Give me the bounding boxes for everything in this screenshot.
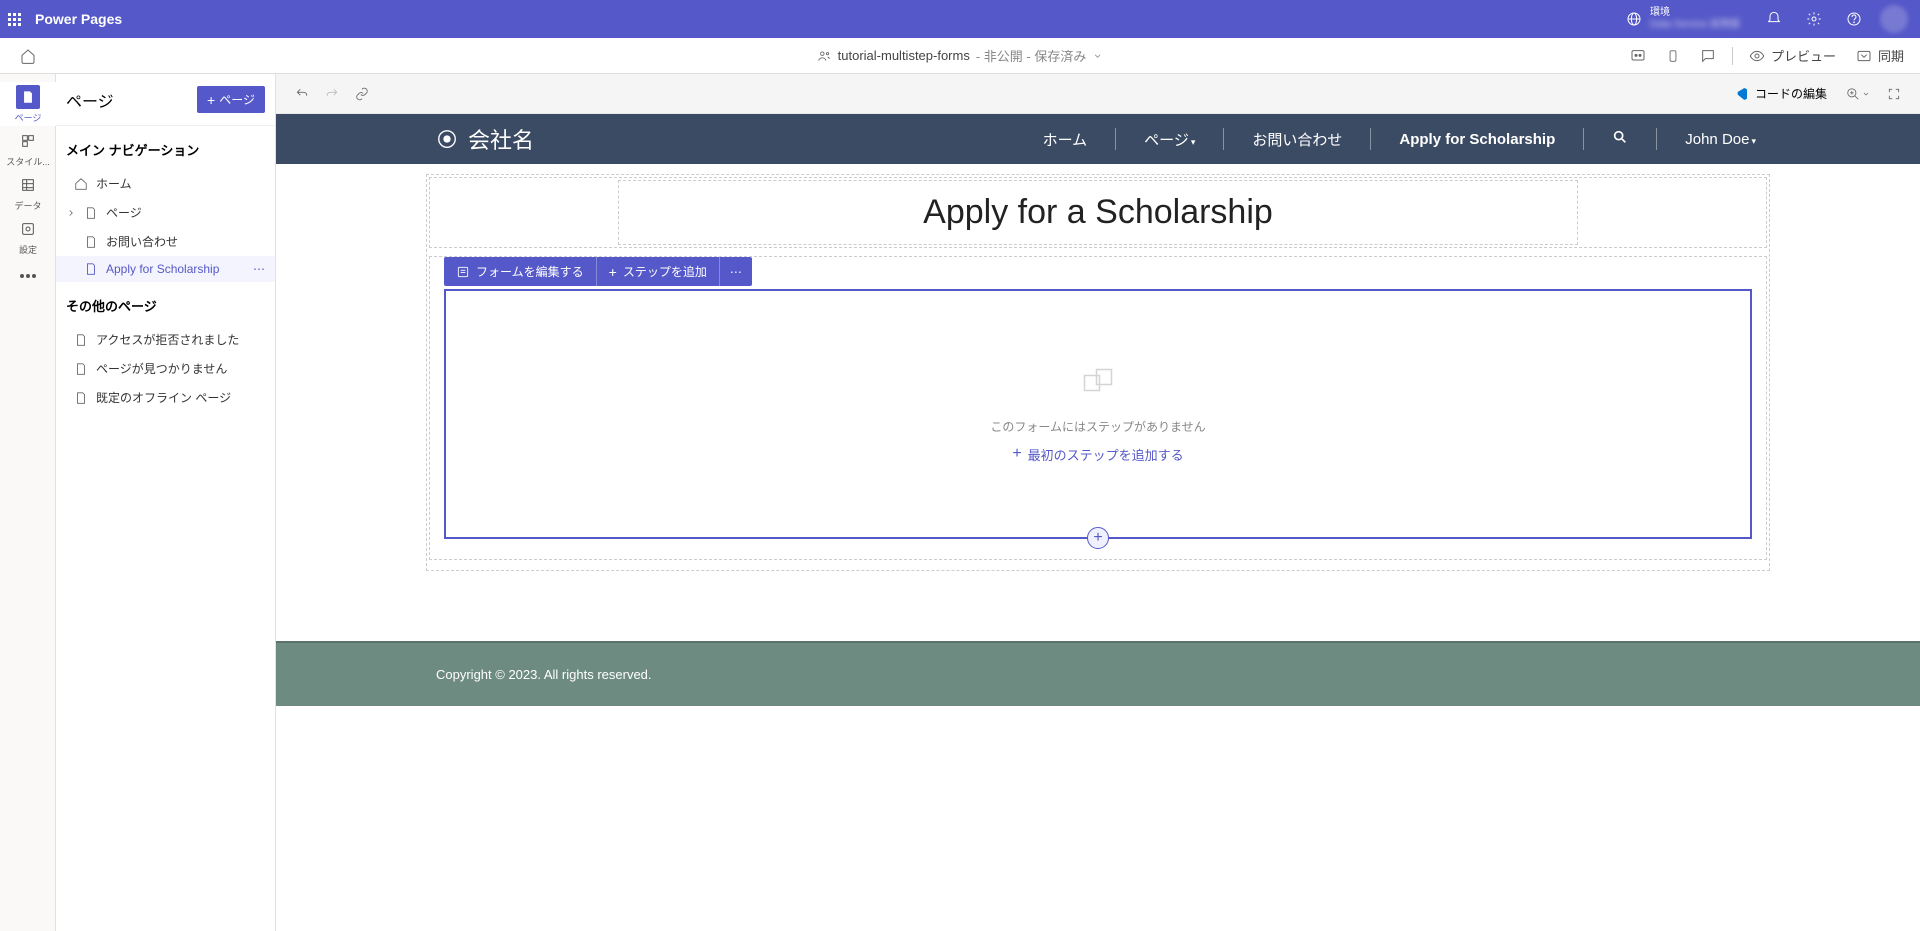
empty-form-icon bbox=[1080, 365, 1116, 406]
user-avatar[interactable] bbox=[1880, 5, 1908, 33]
env-label: 環境 bbox=[1650, 7, 1740, 19]
settings-icon bbox=[20, 221, 36, 237]
settings-button[interactable] bbox=[1796, 0, 1832, 38]
page-icon bbox=[74, 362, 88, 376]
add-page-button[interactable]: + ページ bbox=[197, 86, 265, 113]
nav-home[interactable]: ホーム bbox=[1039, 129, 1092, 150]
nav-search[interactable] bbox=[1608, 129, 1632, 149]
undo-button[interactable] bbox=[288, 80, 316, 108]
other-pages-section-title: その他のページ bbox=[56, 282, 275, 325]
more-icon bbox=[20, 274, 36, 278]
chevron-right-icon bbox=[66, 208, 76, 218]
panel-title: ページ bbox=[66, 88, 114, 112]
tree-item-contact[interactable]: お問い合わせ bbox=[56, 227, 275, 256]
form-icon bbox=[456, 265, 470, 279]
home-icon bbox=[74, 177, 88, 191]
feedback-button[interactable] bbox=[1692, 44, 1724, 68]
edit-form-button[interactable]: フォームを編集する bbox=[444, 257, 597, 286]
zoom-button[interactable] bbox=[1842, 83, 1874, 105]
tree-item-apply[interactable]: Apply for Scholarship ⋯ bbox=[56, 256, 275, 282]
site-logo[interactable]: 会社名 bbox=[436, 123, 534, 155]
help-button[interactable] bbox=[1836, 0, 1872, 38]
globe-icon bbox=[1626, 11, 1642, 27]
nav-apply[interactable]: Apply for Scholarship bbox=[1395, 131, 1559, 148]
device-button[interactable] bbox=[1658, 44, 1688, 68]
site-footer: Copyright © 2023. All rights reserved. bbox=[276, 641, 1920, 706]
page-icon bbox=[84, 262, 98, 276]
link-button[interactable] bbox=[348, 80, 376, 108]
form-more-button[interactable]: ⋯ bbox=[720, 257, 752, 286]
rail-pages[interactable]: ページ bbox=[0, 82, 56, 126]
nav-user[interactable]: John Doe▾ bbox=[1681, 131, 1760, 148]
site-nav: 会社名 ホーム ページ▾ お問い合わせ Apply for Scholarshi… bbox=[276, 114, 1920, 164]
add-section-button[interactable]: + bbox=[1087, 527, 1109, 549]
tree-item-not-found[interactable]: ページが見つかりません bbox=[56, 354, 275, 383]
edit-code-button[interactable]: コードの編集 bbox=[1724, 80, 1836, 107]
preview-button[interactable]: プレビュー bbox=[1741, 42, 1844, 69]
page-icon bbox=[74, 333, 88, 347]
multistep-form-placeholder: このフォームにはステップがありません + 最初のステップを追加する + bbox=[444, 289, 1752, 539]
search-icon bbox=[1612, 129, 1628, 145]
private-icon bbox=[818, 49, 832, 63]
notifications-button[interactable] bbox=[1756, 0, 1792, 38]
site-status: - 非公開 - 保存済み bbox=[976, 46, 1087, 65]
vscode-icon bbox=[1733, 86, 1749, 102]
rail-style[interactable]: スタイル... bbox=[0, 126, 56, 170]
style-icon bbox=[20, 133, 36, 149]
tree-item-home[interactable]: ホーム bbox=[56, 169, 275, 198]
page-icon bbox=[84, 235, 98, 249]
page-heading: Apply for a Scholarship bbox=[631, 193, 1565, 232]
app-title: Power Pages bbox=[35, 11, 122, 27]
page-icon bbox=[21, 90, 35, 104]
item-more-button[interactable]: ⋯ bbox=[253, 262, 265, 276]
add-step-button[interactable]: + ステップを追加 bbox=[597, 257, 720, 286]
rail-more[interactable] bbox=[0, 258, 56, 294]
nav-pages[interactable]: ページ▾ bbox=[1140, 129, 1199, 150]
chevron-down-icon[interactable] bbox=[1092, 51, 1102, 61]
main-nav-section-title: メイン ナビゲーション bbox=[56, 126, 275, 169]
page-icon bbox=[84, 206, 98, 220]
page-icon bbox=[74, 391, 88, 405]
form-toolbar: フォームを編集する + ステップを追加 ⋯ bbox=[444, 257, 752, 286]
environment-block[interactable]: 環境 Data Service 試用版 bbox=[1614, 7, 1752, 31]
data-icon bbox=[20, 177, 36, 193]
sync-button[interactable]: 同期 bbox=[1848, 42, 1912, 69]
nav-contact[interactable]: お問い合わせ bbox=[1248, 129, 1346, 150]
app-launcher-icon[interactable] bbox=[8, 13, 21, 26]
tree-item-offline[interactable]: 既定のオフライン ページ bbox=[56, 383, 275, 412]
env-name: Data Service 試用版 bbox=[1650, 19, 1740, 31]
fullscreen-button[interactable] bbox=[1880, 80, 1908, 108]
logo-icon bbox=[436, 128, 458, 150]
rail-settings[interactable]: 設定 bbox=[0, 214, 56, 258]
copilot-button[interactable] bbox=[1622, 44, 1654, 68]
site-name: tutorial-multistep-forms bbox=[838, 48, 970, 63]
rail-data[interactable]: データ bbox=[0, 170, 56, 214]
add-first-step-link[interactable]: + 最初のステップを追加する bbox=[1012, 445, 1183, 464]
home-button[interactable] bbox=[8, 48, 48, 64]
form-empty-text: このフォームにはステップがありません bbox=[990, 418, 1205, 435]
tree-item-access-denied[interactable]: アクセスが拒否されました bbox=[56, 325, 275, 354]
tree-item-pages[interactable]: ページ bbox=[56, 198, 275, 227]
redo-button[interactable] bbox=[318, 80, 346, 108]
